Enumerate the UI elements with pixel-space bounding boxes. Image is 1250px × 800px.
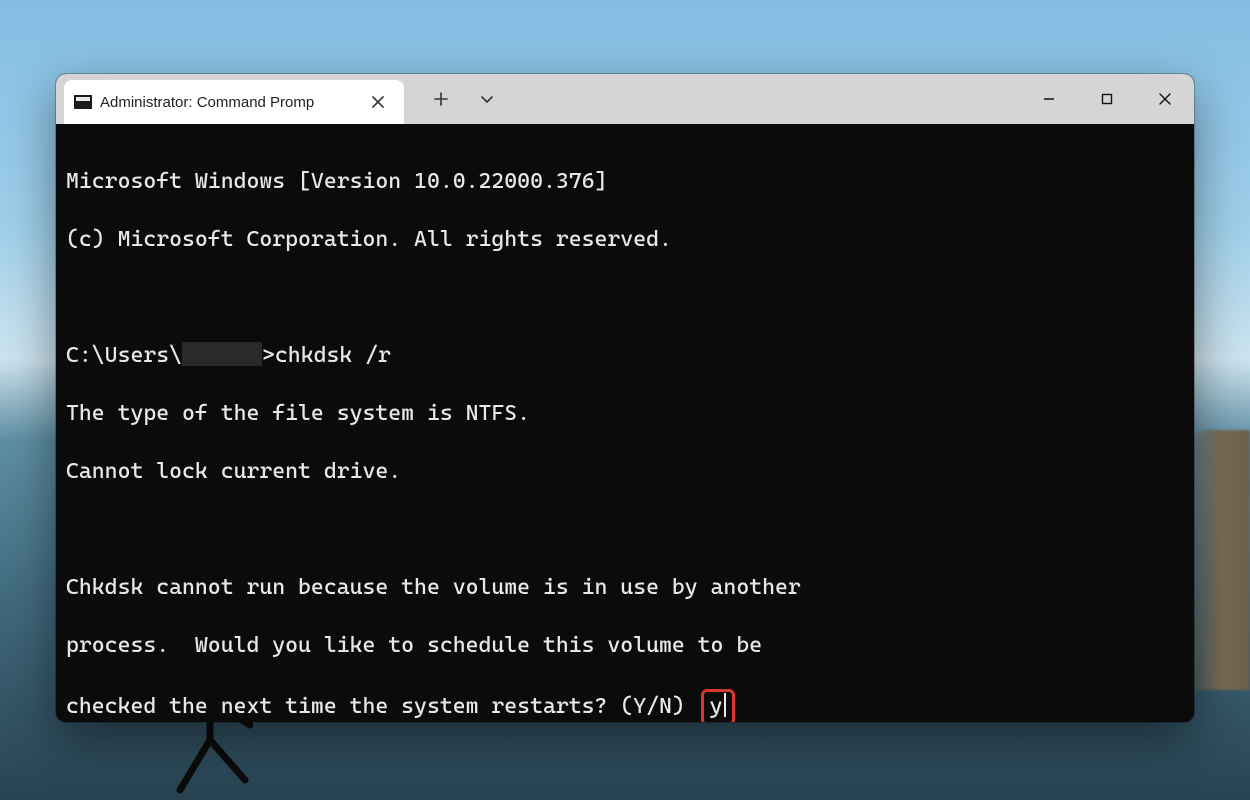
terminal-viewport[interactable]: Microsoft Windows [Version 10.0.22000.37… [56, 124, 1194, 722]
output-line: Microsoft Windows [Version 10.0.22000.37… [66, 167, 1184, 196]
redacted-username [182, 342, 262, 366]
terminal-window: Administrator: Command Promp [56, 74, 1194, 722]
tab-dropdown-button[interactable] [464, 74, 510, 124]
minimize-icon [1042, 92, 1056, 106]
input-highlight: y [701, 689, 735, 722]
close-icon [372, 96, 384, 108]
tab-title: Administrator: Command Promp [100, 94, 354, 111]
output-line: process. Would you like to schedule this… [66, 631, 1184, 660]
close-icon [1158, 92, 1172, 106]
output-line: Chkdsk cannot run because the volume is … [66, 573, 1184, 602]
text-cursor [724, 693, 726, 717]
titlebar[interactable]: Administrator: Command Promp [56, 74, 1194, 124]
window-close-button[interactable] [1136, 74, 1194, 124]
prompt-suffix: > [262, 343, 275, 368]
plus-icon [433, 91, 449, 107]
prompt-line: C:\Users\ >chkdsk /r [66, 341, 1184, 370]
output-line: (c) Microsoft Corporation. All rights re… [66, 225, 1184, 254]
cmd-icon [74, 95, 92, 109]
tab-close-button[interactable] [362, 86, 394, 118]
output-line: The type of the file system is NTFS. [66, 399, 1184, 428]
entered-command: chkdsk /r [275, 343, 391, 368]
output-blank [66, 515, 1184, 544]
desktop-wallpaper: Administrator: Command Promp [0, 0, 1250, 800]
window-controls [1020, 74, 1194, 124]
titlebar-drag-region[interactable] [510, 74, 1020, 124]
maximize-icon [1100, 92, 1114, 106]
prompt-prefix: C:\Users\ [66, 343, 182, 368]
maximize-button[interactable] [1078, 74, 1136, 124]
chevron-down-icon [479, 91, 495, 107]
output-blank [66, 283, 1184, 312]
new-tab-button[interactable] [418, 74, 464, 124]
user-input[interactable]: y [710, 694, 723, 719]
output-line: Cannot lock current drive. [66, 457, 1184, 486]
output-line: checked the next time the system restart… [66, 689, 1184, 722]
minimize-button[interactable] [1020, 74, 1078, 124]
tab-cmd[interactable]: Administrator: Command Promp [64, 80, 404, 124]
